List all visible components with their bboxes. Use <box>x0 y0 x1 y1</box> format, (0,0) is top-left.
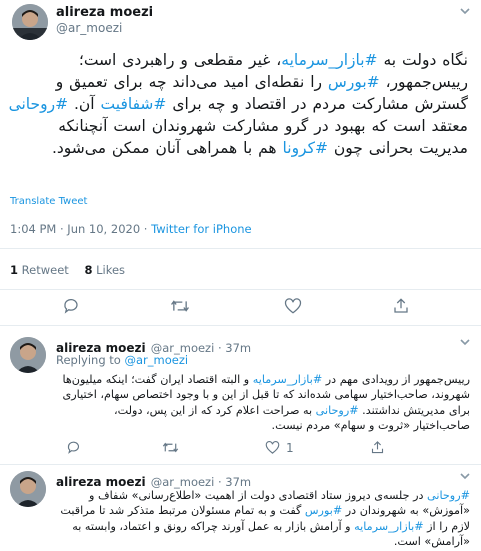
main-tweet-author-handle[interactable]: @ar_moezi <box>56 21 122 35</box>
main-tweet-menu-chevron-icon[interactable] <box>458 4 472 18</box>
hashtag-link[interactable]: #بازار_سرمایه <box>253 373 322 386</box>
hashtag-link[interactable]: #روحانی <box>427 489 470 502</box>
heart-icon <box>265 441 280 454</box>
reply-text: رییس‌جمهور از رویدادی مهم در #بازار_سرما… <box>56 372 470 434</box>
divider <box>0 325 481 326</box>
main-tweet-text: نگاه دولت به #بازار_سرمایه، غیر مقطعی و … <box>8 49 468 159</box>
hashtag-link[interactable]: #روحانی <box>9 95 69 113</box>
reply-avatar[interactable] <box>10 337 46 373</box>
replying-to-handle[interactable]: @ar_moezi <box>125 353 189 367</box>
tweet-source-link[interactable]: Twitter for iPhone <box>151 222 252 236</box>
tweet-text-segment: رییس‌جمهور از رویدادی مهم در <box>322 373 470 386</box>
reply-menu-chevron-icon[interactable] <box>458 335 472 349</box>
reply-author-handle[interactable]: @ar_moezi · 37m <box>151 475 251 489</box>
reply-menu-chevron-icon[interactable] <box>458 469 472 483</box>
hashtag-link[interactable]: #شفافیت <box>101 95 167 113</box>
hashtag-link[interactable]: #بورس <box>305 504 342 517</box>
like-icon[interactable] <box>284 297 302 315</box>
hashtag-link[interactable]: #بازار_سرمایه <box>281 51 377 69</box>
tweet-timestamp-line: 1:04 PM · Jun 10, 2020 · Twitter for iPh… <box>10 222 252 236</box>
tweet-text-segment: هم با همراهی آنان ممکن می‌شود. <box>51 139 283 157</box>
retweet-stat[interactable]: 1 Retweet <box>10 263 72 277</box>
share-icon[interactable] <box>392 297 410 315</box>
reply-icon[interactable] <box>62 297 80 315</box>
reply-avatar[interactable] <box>10 471 46 507</box>
retweet-icon[interactable] <box>170 297 190 315</box>
reply-like-count: 1 <box>286 440 294 455</box>
divider <box>0 464 481 465</box>
hashtag-link[interactable]: #روحانی <box>316 404 359 417</box>
tweet-stats: 1 Retweet 8 Likes <box>10 263 125 277</box>
likes-stat[interactable]: 8 Likes <box>84 263 125 277</box>
tweet-text-segment: نگاه دولت به <box>377 51 468 69</box>
main-tweet-avatar[interactable] <box>12 4 48 40</box>
reply-retweet-icon[interactable] <box>162 440 185 455</box>
divider <box>0 289 481 290</box>
reply-reply-icon[interactable] <box>66 440 81 455</box>
hashtag-link[interactable]: #کرونا <box>283 139 328 157</box>
main-tweet-author-name[interactable]: alireza moezi <box>56 5 153 20</box>
hashtag-link[interactable]: #بازار_سرمایه <box>354 520 423 533</box>
tweet-text-segment: آن. <box>68 95 101 113</box>
reply-share-icon[interactable] <box>370 440 385 455</box>
replying-to-line: Replying to @ar_moezi <box>56 353 189 367</box>
divider <box>0 248 481 249</box>
hashtag-link[interactable]: #بورس <box>328 73 380 91</box>
translate-tweet-link[interactable]: Translate Tweet <box>10 196 87 207</box>
reply-like-button[interactable]: 1 <box>265 440 294 455</box>
tweet-timestamp[interactable]: 1:04 PM · Jun 10, 2020 · <box>10 222 151 236</box>
reply-author-name[interactable]: alireza moezi <box>56 475 146 489</box>
reply-text: #روحانی در جلسه‌ی دیروز ستاد اقتصادی دول… <box>56 488 470 550</box>
